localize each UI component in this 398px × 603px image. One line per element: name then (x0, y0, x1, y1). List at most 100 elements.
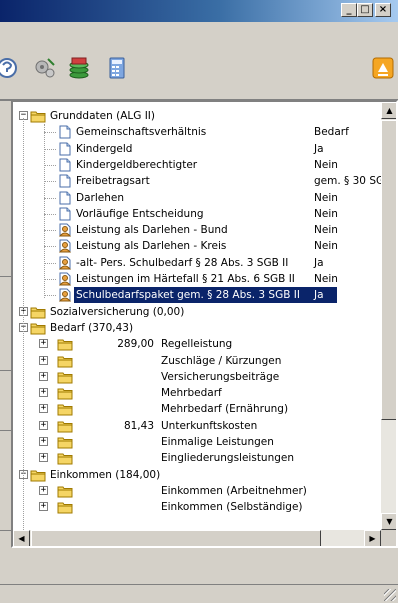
horizontal-scrollbar[interactable]: ◀ ▶ (13, 530, 381, 546)
scroll-right-button[interactable]: ▶ (364, 530, 381, 546)
tree-label[interactable]: Einkommen (184,00) (50, 468, 160, 482)
tree-label[interactable]: Kindergeld (76, 142, 132, 156)
close-button[interactable]: × (375, 3, 391, 17)
document-icon (57, 191, 73, 205)
tree-label[interactable]: Leistungen im Härtefall § 21 Abs. 6 SGB … (76, 272, 295, 286)
scroll-down-button[interactable]: ▼ (381, 513, 396, 530)
tree-label[interactable]: Freibetragsart (76, 174, 150, 188)
expand-icon[interactable]: + (39, 388, 48, 398)
tree-row[interactable]: + Versicherungsbeiträge (13, 369, 381, 385)
tree-row[interactable]: Kindergeldberechtigter Nein (13, 157, 381, 173)
money-stack-icon[interactable] (66, 55, 92, 81)
document-icon (57, 125, 73, 139)
tree-row[interactable]: Leistung als Darlehen - Kreis Nein (13, 238, 381, 254)
tree-amount: 81,43 (123, 419, 154, 432)
tree-value: gem. § 30 SG (314, 175, 381, 188)
expand-icon[interactable]: + (39, 437, 48, 446)
tree-label[interactable]: Mehrbedarf (161, 386, 222, 400)
tree-row[interactable]: + Mehrbedarf (Ernährung) (13, 401, 381, 417)
folder-icon (57, 386, 73, 400)
document-icon (57, 142, 73, 156)
expand-icon[interactable]: + (39, 355, 48, 365)
tree-row[interactable]: − Bedarf (370,43) (13, 320, 381, 336)
tree-row[interactable]: Schulbedarfspaket gem. § 28 Abs. 3 SGB I… (13, 287, 381, 304)
person-document-icon (57, 272, 73, 286)
tree-value: Ja (314, 256, 324, 269)
tree-label[interactable]: Sozialversicherung (0,00) (50, 305, 184, 319)
scroll-thumb-vertical[interactable] (381, 120, 396, 420)
tree-label[interactable]: Unterkunftskosten (161, 419, 257, 433)
document-icon (57, 174, 73, 188)
resize-grip-icon[interactable] (384, 589, 396, 601)
expand-icon[interactable]: + (39, 502, 48, 512)
expand-icon[interactable]: + (39, 485, 48, 495)
scroll-corner (381, 530, 396, 546)
tree-row[interactable]: Kindergeld Ja (13, 141, 381, 157)
tree-label[interactable]: Schulbedarfspaket gem. § 28 Abs. 3 SGB I… (76, 288, 300, 302)
scroll-left-button[interactable]: ◀ (13, 530, 30, 546)
tree-row[interactable]: − Grunddaten (ALG II) (13, 108, 381, 124)
expand-icon[interactable]: + (39, 453, 48, 463)
expand-icon[interactable]: + (39, 404, 48, 414)
tree-row[interactable]: +289,00 Regelleistung (13, 336, 381, 352)
tree-row[interactable]: + Einkommen (Selbständige) (13, 499, 381, 515)
expand-icon[interactable]: + (39, 420, 48, 430)
tree-label[interactable]: Zuschläge / Kürzungen (161, 354, 281, 368)
tree-label[interactable]: Versicherungsbeiträge (161, 370, 279, 384)
calculator-icon[interactable] (104, 55, 130, 81)
tree-label[interactable]: Mehrbedarf (Ernährung) (161, 402, 288, 416)
tree-label[interactable]: Einkommen (Arbeitnehmer) (161, 484, 307, 498)
tree-value: Ja (314, 289, 324, 302)
folder-icon (57, 419, 73, 433)
scroll-thumb-horizontal[interactable] (31, 530, 321, 546)
tree-label[interactable]: Gemeinschaftsverhältnis (76, 125, 206, 139)
tree-label[interactable]: Regelleistung (161, 337, 232, 351)
tree-row[interactable]: Freibetragsart gem. § 30 SG (13, 173, 381, 189)
tree-row[interactable]: + Zuschläge / Kürzungen (13, 353, 381, 369)
tree-row[interactable]: + Eingliederungsleistungen (13, 450, 381, 466)
tree-label[interactable]: Vorläufige Entscheidung (76, 207, 204, 221)
expand-icon[interactable]: + (39, 339, 48, 349)
expand-icon[interactable]: + (39, 371, 48, 381)
tree-row[interactable]: Vorläufige Entscheidung Nein (13, 206, 381, 222)
tree-connector (44, 124, 45, 298)
maximize-button[interactable]: □ (357, 3, 373, 17)
tree-row[interactable]: Darlehen Nein (13, 190, 381, 206)
folder-icon (57, 500, 73, 514)
person-document-icon (57, 256, 73, 270)
tree-label[interactable]: Kindergeldberechtigter (76, 158, 197, 172)
minimize-button[interactable]: _ (341, 3, 357, 17)
tree-row[interactable]: + Mehrbedarf (13, 385, 381, 401)
tree-row[interactable]: − Einkommen (184,00) (13, 467, 381, 483)
folder-icon (30, 321, 46, 335)
tree-connector (44, 262, 56, 264)
person-document-icon (57, 239, 73, 253)
tree-row[interactable]: + Einmalige Leistungen (13, 434, 381, 450)
tree-view[interactable]: − Grunddaten (ALG II) Gemeinschaftsverhält… (11, 100, 398, 548)
tree-label[interactable]: -alt- Pers. Schulbedarf § 28 Abs. 3 SGB … (76, 256, 288, 270)
settings-icon[interactable] (32, 55, 58, 81)
scroll-up-button[interactable]: ▲ (381, 102, 396, 119)
tree-label[interactable]: Einkommen (Selbständige) (161, 500, 303, 514)
tree-row[interactable]: + Einkommen (Arbeitnehmer) (13, 483, 381, 499)
status-bar (0, 584, 398, 603)
tree-label[interactable]: Bedarf (370,43) (50, 321, 133, 335)
warning-icon[interactable] (370, 55, 396, 81)
vertical-scrollbar[interactable]: ▲ ▼ (381, 102, 396, 530)
tree-label[interactable]: Grunddaten (ALG II) (50, 109, 155, 123)
tree-label[interactable]: Darlehen (76, 191, 124, 205)
tree-label[interactable]: Leistung als Darlehen - Bund (76, 223, 228, 237)
tree-row[interactable]: Leistungen im Härtefall § 21 Abs. 6 SGB … (13, 271, 381, 287)
tree-row[interactable]: Gemeinschaftsverhältnis Bedarf (13, 124, 381, 140)
help-icon[interactable] (0, 55, 20, 81)
tree-row[interactable]: Leistung als Darlehen - Bund Nein (13, 222, 381, 238)
tree-row[interactable]: +81,43 Unterkunftskosten (13, 418, 381, 434)
tree-label[interactable]: Eingliederungsleistungen (161, 451, 294, 465)
tree-row[interactable]: -alt- Pers. Schulbedarf § 28 Abs. 3 SGB … (13, 255, 381, 271)
tree-label[interactable]: Einmalige Leistungen (161, 435, 274, 449)
tree-label[interactable]: Leistung als Darlehen - Kreis (76, 239, 226, 253)
background-window-edge (0, 100, 11, 548)
tree-connector (44, 246, 56, 248)
tree-row[interactable]: + Sozialversicherung (0,00) (13, 304, 381, 320)
folder-icon (30, 468, 46, 482)
